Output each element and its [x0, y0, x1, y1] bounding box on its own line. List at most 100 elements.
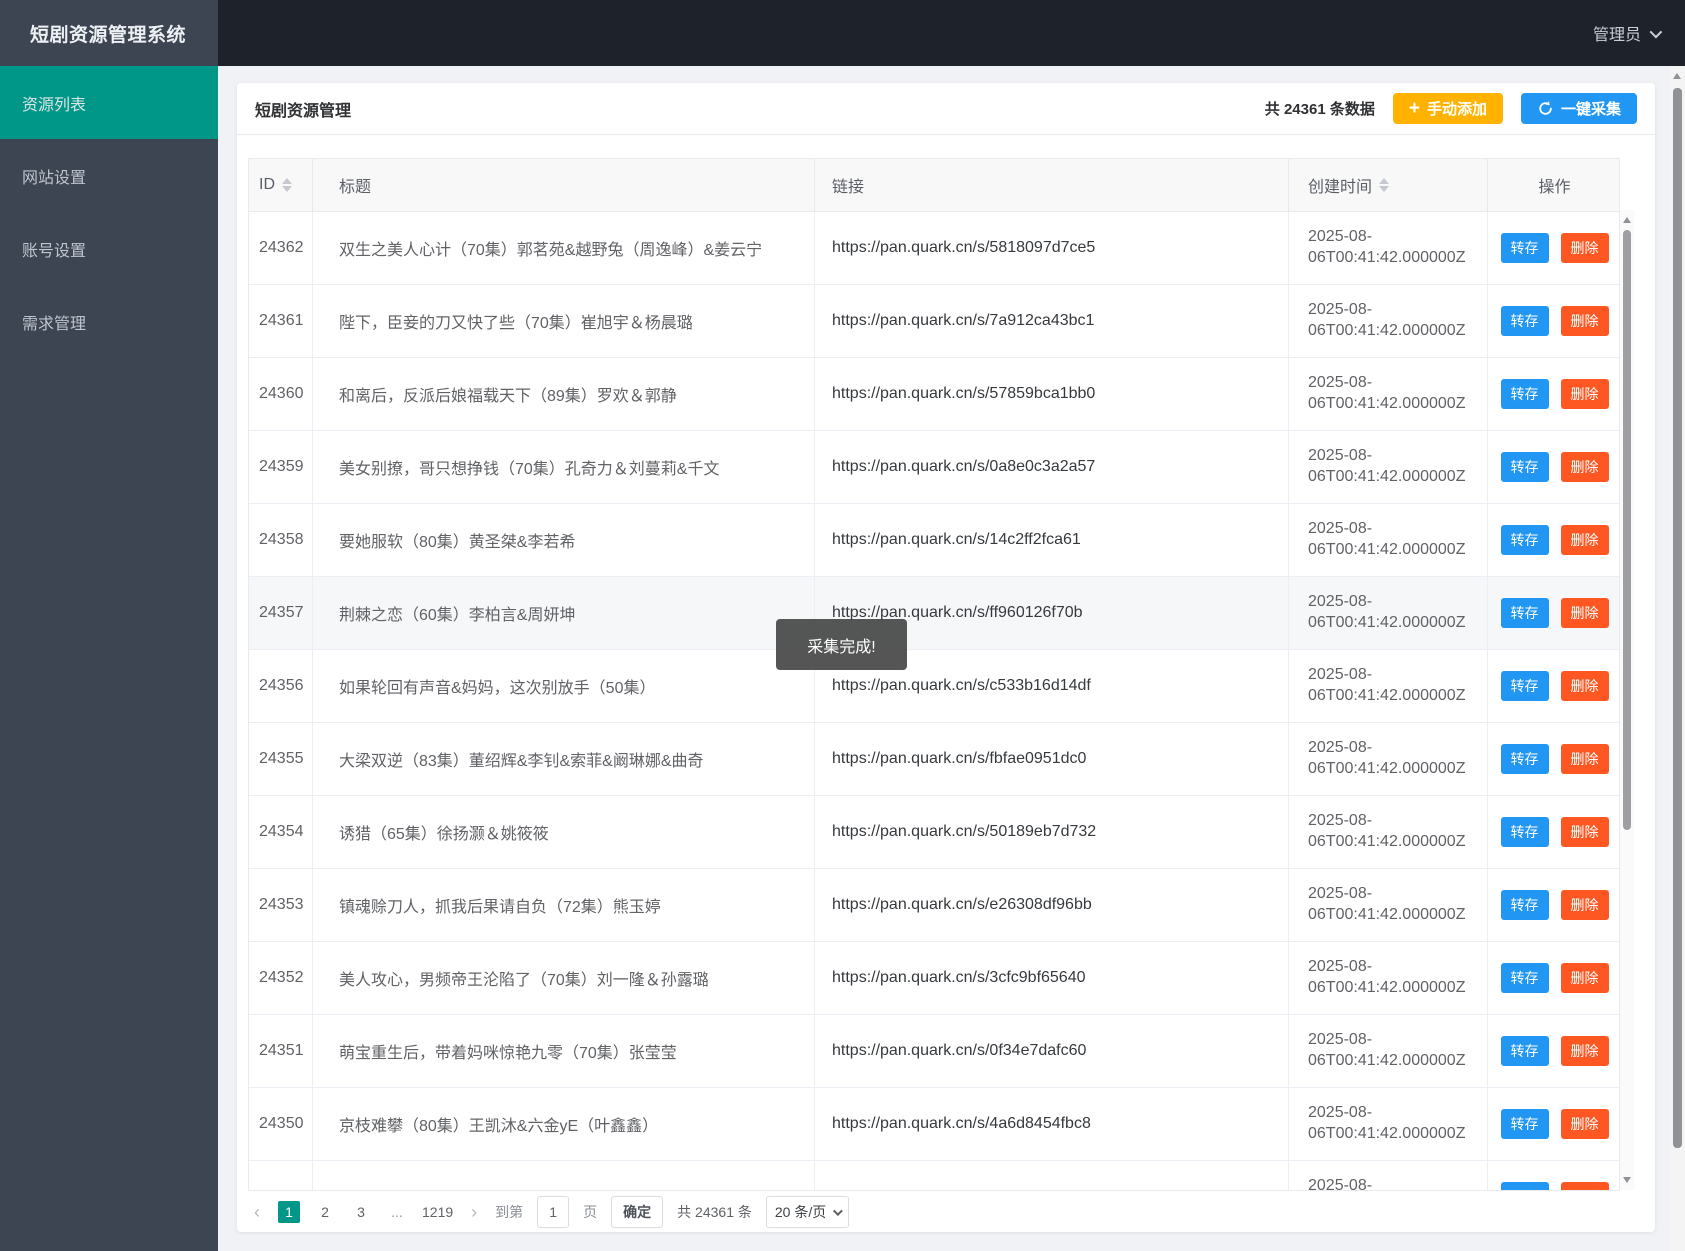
- save-button[interactable]: 转存: [1500, 671, 1549, 701]
- sidebar-item-label: 网站设置: [22, 169, 87, 187]
- save-button[interactable]: 转存: [1500, 1182, 1549, 1190]
- delete-button[interactable]: 删除: [1560, 1109, 1609, 1139]
- save-button[interactable]: 转存: [1500, 744, 1549, 774]
- sort-icon[interactable]: [1379, 178, 1390, 192]
- scroll-up-arrow-icon[interactable]: [1670, 68, 1684, 84]
- delete-button[interactable]: 删除: [1560, 525, 1609, 555]
- manual-add-button[interactable]: + 手动添加: [1392, 93, 1503, 124]
- page-size-value: 20 条/页: [774, 1204, 827, 1220]
- save-button[interactable]: 转存: [1500, 379, 1549, 409]
- row-actions: 转存 删除: [1488, 723, 1619, 796]
- row-actions: 转存 删除: [1488, 942, 1619, 1015]
- row-actions: 转存 删除: [1488, 1015, 1619, 1088]
- confirm-button[interactable]: 确定: [611, 1196, 664, 1228]
- row-created: 2025-08-06T00:41:42.000000Z: [1289, 504, 1488, 577]
- row-created: 2025-08-06T00:41:42.000000Z: [1289, 723, 1488, 796]
- save-button[interactable]: 转存: [1500, 452, 1549, 482]
- page-ellipsis: ...: [391, 1204, 403, 1220]
- save-button[interactable]: 转存: [1500, 306, 1549, 336]
- column-header-created[interactable]: 创建时间: [1289, 159, 1488, 211]
- app-title-label: 短剧资源管理系统: [30, 24, 187, 46]
- row-created: 2025-08-06T00:41:42.000000Z: [1289, 796, 1488, 869]
- save-button[interactable]: 转存: [1500, 233, 1549, 263]
- row-title: 陛下，臣妾的刀又快了些（70集）崔旭宇＆杨晨璐: [313, 285, 815, 358]
- row-id: 24355: [249, 723, 313, 796]
- column-header-id[interactable]: ID: [249, 159, 313, 211]
- prev-page-button[interactable]: ‹: [250, 1202, 264, 1223]
- save-button[interactable]: 转存: [1500, 525, 1549, 555]
- sort-icon[interactable]: [282, 178, 292, 192]
- delete-button[interactable]: 删除: [1560, 233, 1609, 263]
- pagination-bar: ‹ 1 2 3 ... 1219 › 到第 页 确定 共 24361 条 20 …: [248, 1191, 1644, 1233]
- row-created: 2025-08-06T00:41:42.000000Z: [1289, 285, 1488, 358]
- delete-button[interactable]: 删除: [1560, 598, 1609, 628]
- save-button[interactable]: 转存: [1500, 1036, 1549, 1066]
- table-row: 24355 大梁双逆（83集）董绍辉&李钊&索菲&阚琳娜&曲奇 https://…: [249, 723, 1619, 796]
- sidebar-item-site-settings[interactable]: 网站设置: [0, 139, 218, 212]
- delete-button[interactable]: 删除: [1560, 671, 1609, 701]
- page-number-1[interactable]: 1: [278, 1201, 300, 1223]
- top-bar: 管理员: [218, 0, 1685, 66]
- row-actions: 转存 删除: [1488, 650, 1619, 723]
- row-created: 2025-08-06T00:41:42.000000Z: [1289, 942, 1488, 1015]
- delete-button[interactable]: 删除: [1560, 744, 1609, 774]
- row-created: 2025-08-06T00:41:42.000000Z: [1289, 431, 1488, 504]
- table-scrollbar-thumb[interactable]: [1623, 230, 1631, 830]
- row-link: https://pan.quark.cn/s/fbfae0951dc0: [815, 723, 1289, 796]
- page-size-select[interactable]: 20 条/页: [765, 1196, 850, 1228]
- row-actions: 转存 删除: [1488, 869, 1619, 942]
- delete-button[interactable]: 删除: [1560, 963, 1609, 993]
- page-scrollbar[interactable]: [1670, 66, 1685, 1251]
- sidebar-item-demand-management[interactable]: 需求管理: [0, 285, 218, 358]
- sidebar-item-account-settings[interactable]: 账号设置: [0, 212, 218, 285]
- delete-button[interactable]: 删除: [1560, 452, 1609, 482]
- row-id: 24358: [249, 504, 313, 577]
- card-header: 短剧资源管理 共 24361 条数据 + 手动添加 一键采集: [237, 83, 1655, 135]
- row-created: 2025-08-06T00:41:42.000000Z: [1289, 358, 1488, 431]
- page-number-3[interactable]: 3: [350, 1201, 372, 1223]
- page-number-2[interactable]: 2: [314, 1201, 336, 1223]
- row-title: 如果轮回有声音&妈妈，这次别放手（50集）: [313, 650, 815, 723]
- page-number-last[interactable]: 1219: [422, 1201, 453, 1223]
- table-row: 24362 双生之美人心计（70集）郭茗苑&越野兔（周逸峰）&姜云宁 https…: [249, 212, 1619, 285]
- scroll-up-arrow-icon[interactable]: [1620, 212, 1634, 228]
- row-title: 美人攻心，男频帝王沦陷了（70集）刘一隆＆孙露璐: [313, 942, 815, 1015]
- chevron-down-icon: [1649, 25, 1663, 38]
- one-click-collect-button[interactable]: 一键采集: [1520, 93, 1637, 124]
- row-actions: 转存 删除: [1488, 796, 1619, 869]
- next-page-button[interactable]: ›: [467, 1202, 481, 1223]
- row-id: 24361: [249, 285, 313, 358]
- delete-button[interactable]: 删除: [1560, 1036, 1609, 1066]
- main-content: 短剧资源管理 共 24361 条数据 + 手动添加 一键采集 ID 标题 链接 …: [218, 66, 1670, 1251]
- row-actions: 转存 删除: [1488, 577, 1619, 650]
- save-button[interactable]: 转存: [1500, 1109, 1549, 1139]
- table-row: 24350 京枝难攀（80集）王凯沐&六金yE（叶鑫鑫） https://pan…: [249, 1088, 1619, 1161]
- total-prefix: 共: [1264, 101, 1280, 118]
- user-menu[interactable]: 管理员: [1593, 21, 1663, 45]
- delete-button[interactable]: 删除: [1560, 890, 1609, 920]
- delete-button[interactable]: 删除: [1560, 1182, 1609, 1190]
- sidebar-item-resource-list[interactable]: 资源列表: [0, 66, 218, 139]
- row-id: 24360: [249, 358, 313, 431]
- refresh-icon: [1537, 100, 1554, 117]
- row-title: 京枝难攀（80集）王凯沐&六金yE（叶鑫鑫）: [313, 1088, 815, 1161]
- save-button[interactable]: 转存: [1500, 598, 1549, 628]
- table-row: 24361 陛下，臣妾的刀又快了些（70集）崔旭宇＆杨晨璐 https://pa…: [249, 285, 1619, 358]
- row-id: 24359: [249, 431, 313, 504]
- goto-page-input[interactable]: [537, 1196, 570, 1228]
- row-title: 要她服软（80集）黄圣桀&李若希: [313, 504, 815, 577]
- delete-button[interactable]: 删除: [1560, 379, 1609, 409]
- save-button[interactable]: 转存: [1500, 890, 1549, 920]
- page-scrollbar-thumb[interactable]: [1673, 88, 1682, 1148]
- save-button[interactable]: 转存: [1500, 817, 1549, 847]
- total-suffix: 条数据: [1329, 101, 1375, 118]
- delete-button[interactable]: 删除: [1560, 817, 1609, 847]
- delete-button[interactable]: 删除: [1560, 306, 1609, 336]
- row-link: https://pan.quark.cn/s/3cfc9bf65640: [815, 942, 1289, 1015]
- row-created: 2025-08-06T00:41:42.000000Z: [1289, 869, 1488, 942]
- scroll-down-arrow-icon[interactable]: [1620, 1172, 1634, 1188]
- row-created: 2025-08-06T00:41:42.000000Z: [1289, 577, 1488, 650]
- save-button[interactable]: 转存: [1500, 963, 1549, 993]
- table-scrollbar[interactable]: [1620, 210, 1634, 1190]
- row-link: https://pan.quark.cn/s/0a8e0c3a2a57: [815, 431, 1289, 504]
